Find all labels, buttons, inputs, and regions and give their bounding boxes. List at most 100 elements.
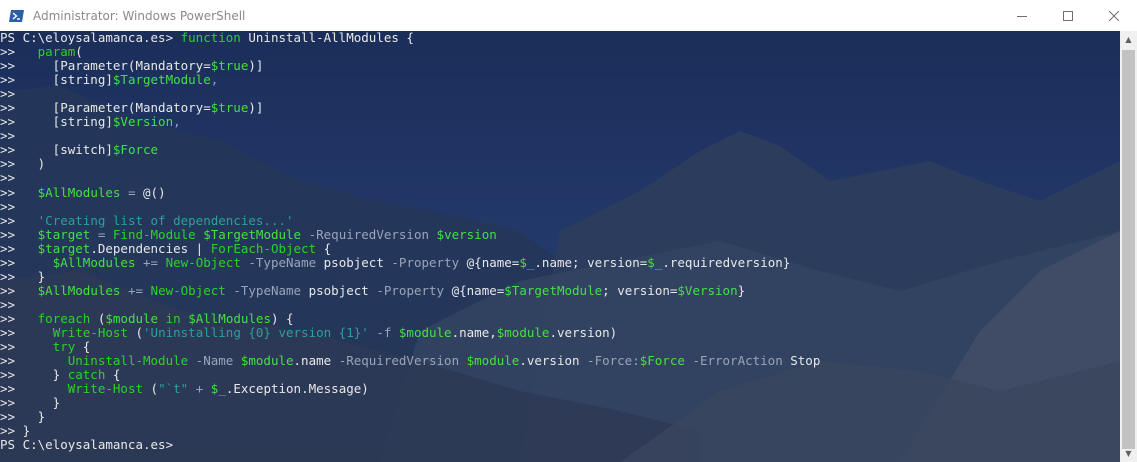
console-token: >> <box>0 254 53 270</box>
console-token: += <box>135 254 166 270</box>
console-token: .name, <box>451 324 497 340</box>
close-button[interactable] <box>1091 0 1137 31</box>
console-token <box>158 311 166 326</box>
close-icon <box>1109 10 1119 21</box>
console-token: .version <box>519 353 588 369</box>
console-token: = <box>90 226 113 242</box>
console-token: Write-Host <box>52 324 128 340</box>
console-line: >> ) <box>0 157 820 171</box>
console-token: = <box>120 184 144 200</box>
console-token: psobject <box>323 254 392 270</box>
console-area[interactable]: PS C:\eloysalamanca.es> function Uninsta… <box>0 31 1120 462</box>
console-token: .version) <box>549 324 618 340</box>
console-line: >> Write-Host ('Uninstalling {0} version… <box>0 324 820 340</box>
console-line: >> } catch { <box>0 368 820 382</box>
console-token: >> } <box>0 409 46 425</box>
console-line: >> [Parameter(Mandatory=$true)] <box>0 59 820 73</box>
console-token: ( <box>127 324 144 340</box>
console-token: .requiredversion} <box>662 254 791 270</box>
console-token: $AllModules <box>37 184 121 200</box>
console-token: $_ <box>210 381 226 397</box>
console-token: >> <box>0 212 38 228</box>
console-token: -Name <box>188 353 241 369</box>
console-token: -f <box>368 324 399 340</box>
console-token: $TargetModule <box>504 282 603 298</box>
console-token: >> } <box>0 268 46 284</box>
title-bar[interactable]: Administrator: Windows PowerShell <box>0 0 1137 31</box>
console-token: foreach <box>37 310 91 326</box>
console-token: in <box>165 310 181 326</box>
console-output[interactable]: PS C:\eloysalamanca.es> function Uninsta… <box>0 31 820 452</box>
console-token: $Force <box>639 353 685 369</box>
console-token: >> } <box>0 423 31 439</box>
console-token: -ErrorAction <box>684 353 791 369</box>
console-line: >> $AllModules += New-Object -TypeName p… <box>0 282 820 298</box>
console-token: ( <box>90 310 106 326</box>
console-line: >> $AllModules += New-Object -TypeName p… <box>0 254 820 270</box>
console-token: -TypeName <box>240 254 324 270</box>
console-token: -Property <box>391 254 467 270</box>
console-token: -RequiredVersion <box>301 226 437 242</box>
scroll-up-icon[interactable]: ▲ <box>1120 31 1137 48</box>
console-token: $_ <box>519 254 535 270</box>
console-token: )] <box>248 58 264 74</box>
console-token: >> [string] <box>0 72 113 88</box>
console-token: >> <box>0 226 38 242</box>
console-line: >> } <box>0 410 820 424</box>
console-token: + <box>188 381 211 397</box>
console-token: try <box>52 339 76 355</box>
console-line: PS C:\eloysalamanca.es> <box>0 438 820 452</box>
vertical-scrollbar[interactable]: ▲ ▼ <box>1120 31 1137 462</box>
console-line: >> param( <box>0 45 820 59</box>
console-token: , <box>210 72 219 88</box>
console-token: $AllModules <box>37 282 121 298</box>
console-token: param <box>37 44 76 60</box>
console-token: 'Uninstalling {0} version {1}' <box>143 324 369 340</box>
console-token: >> } <box>0 367 68 383</box>
console-line: >> $target = Find-Module $TargetModule -… <box>0 226 820 242</box>
console-token: } <box>737 282 746 298</box>
minimize-button[interactable] <box>999 0 1045 31</box>
console-token: >> <box>0 381 68 397</box>
console-token: >> <box>0 86 16 102</box>
console-token: .name <box>293 353 339 369</box>
console-token: -RequiredVersion <box>338 353 467 369</box>
console-token: >> <box>0 184 38 200</box>
console-token: $Version <box>112 114 174 130</box>
console-token: $Version <box>677 282 738 298</box>
console-token: New-Object <box>150 282 226 298</box>
console-token: , <box>173 114 181 130</box>
console-token: >> <box>0 282 38 298</box>
console-line: >> [Parameter(Mandatory=$true)] <box>0 101 820 115</box>
console-token: 'Creating list of dependencies...' <box>37 212 294 228</box>
console-line: >> $target.Dependencies | ForEach-Object… <box>0 240 820 256</box>
console-line: >> foreach ($module in $AllModules) { <box>0 310 820 326</box>
console-line: >> } <box>0 424 820 438</box>
console-token: $module <box>398 324 452 340</box>
console-token: { <box>105 367 121 383</box>
console-token: -Force: <box>587 353 640 369</box>
console-line: >> <box>0 171 820 185</box>
console-line: >> Write-Host ("`t" + $_.Exception.Messa… <box>0 382 820 396</box>
console-token: $module <box>105 310 159 326</box>
console-token: ; version= <box>602 282 678 298</box>
console-token: PS C:\eloysalamanca.es> <box>0 31 181 45</box>
console-token: >> [Parameter(Mandatory= <box>0 100 211 116</box>
console-token: >> <box>0 310 38 326</box>
console-token: >> ) <box>0 156 46 172</box>
console-token: Stop <box>790 353 821 369</box>
maximize-button[interactable] <box>1045 0 1091 31</box>
console-token: ForEach-Object <box>210 240 317 256</box>
scroll-down-icon[interactable]: ▼ <box>1120 445 1137 462</box>
maximize-icon <box>1063 10 1073 21</box>
console-line: >> $AllModules = @() <box>0 184 820 200</box>
console-token: ( <box>143 381 159 397</box>
console-token: $module <box>466 353 520 369</box>
powershell-window: Administrator: Windows PowerShell PS C:\… <box>0 0 1137 462</box>
window-title: Administrator: Windows PowerShell <box>33 8 246 23</box>
console-token: -TypeName <box>225 282 309 298</box>
console-token: += <box>120 282 151 298</box>
console-token: @{name= <box>451 282 505 298</box>
scrollbar-thumb[interactable] <box>1122 50 1135 449</box>
console-token: $module <box>496 324 550 340</box>
